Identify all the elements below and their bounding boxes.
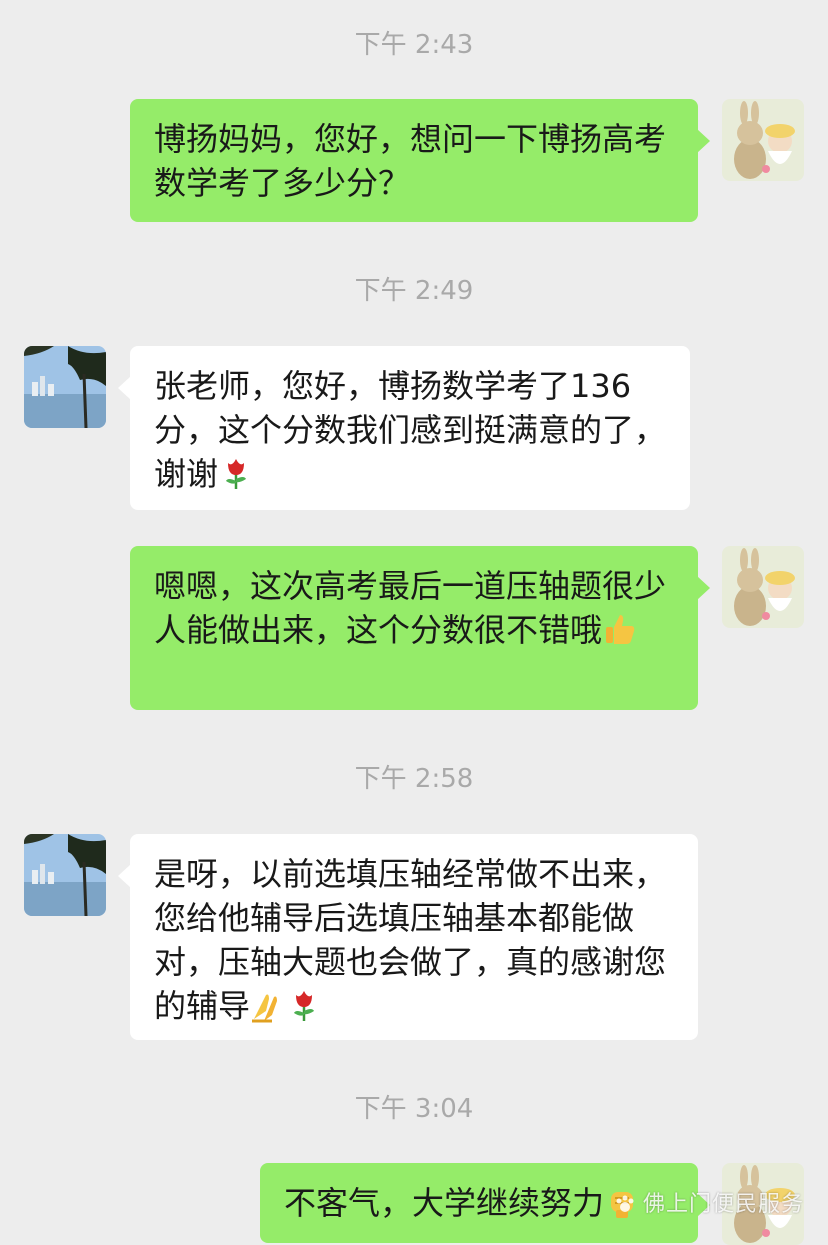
- contact-avatar[interactable]: [24, 346, 106, 428]
- contact-avatar[interactable]: [24, 834, 106, 916]
- message-text: 不客气，大学继续努力: [284, 1184, 605, 1222]
- timestamp: 下午 2:49: [354, 276, 474, 306]
- paw-icon: [615, 1194, 635, 1214]
- message-text: 博扬妈妈，您好，想问一下博扬高考数学考了多少分？: [154, 120, 667, 202]
- message-bubble-outgoing[interactable]: 博扬妈妈，您好，想问一下博扬高考数学考了多少分？: [130, 99, 710, 222]
- watermark-text: 佛上门便民服务: [642, 1192, 804, 1217]
- my-avatar[interactable]: [722, 546, 804, 628]
- rose-emoji: [286, 987, 322, 1023]
- timestamp: 下午 3:04: [354, 1094, 474, 1124]
- message-bubble-outgoing[interactable]: 嗯嗯，这次高考最后一道压轴题很少人能做出来，这个分数很不错哦: [130, 546, 710, 710]
- watermark: 佛上门便民服务: [615, 1186, 804, 1218]
- rose-emoji: [218, 455, 254, 491]
- message-bubble-incoming[interactable]: 张老师，您好，博扬数学考了136分，这个分数我们感到挺满意的了，谢谢: [118, 346, 690, 510]
- message-text: 是呀，以前选填压轴经常做不出来，您给他辅导后选填压轴基本都能做对，压轴大题也会做…: [154, 855, 667, 1025]
- timestamp: 下午 2:43: [354, 30, 474, 60]
- timestamp: 下午 2:58: [354, 764, 474, 794]
- message-text: 嗯嗯，这次高考最后一道压轴题很少人能做出来，这个分数很不错哦: [154, 567, 667, 649]
- thumbs-up-emoji: [602, 611, 638, 647]
- my-avatar[interactable]: [722, 99, 804, 181]
- message-bubble-incoming[interactable]: 是呀，以前选填压轴经常做不出来，您给他辅导后选填压轴基本都能做对，压轴大题也会做…: [118, 834, 698, 1040]
- praying-hands-emoji: [250, 987, 286, 1023]
